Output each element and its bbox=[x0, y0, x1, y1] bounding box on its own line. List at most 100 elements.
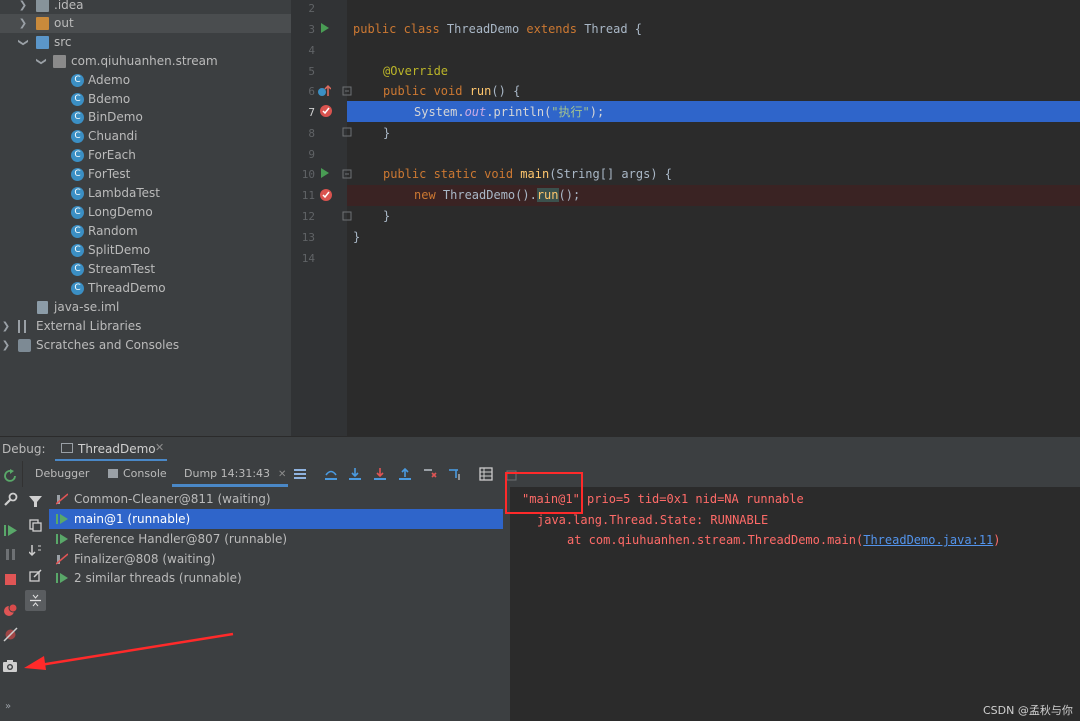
camera-icon[interactable] bbox=[2, 659, 18, 673]
fold-icon[interactable] bbox=[342, 169, 352, 179]
step-over-icon[interactable] bbox=[324, 467, 338, 481]
tree-item-label: SplitDemo bbox=[88, 243, 151, 257]
code-token: (String[] args) { bbox=[549, 167, 673, 181]
source-link[interactable]: ThreadDemo.java:11 bbox=[863, 533, 993, 547]
session-tab-label: ThreadDemo bbox=[78, 442, 156, 456]
tree-item-label: java-se.iml bbox=[54, 300, 120, 314]
wrench-icon[interactable] bbox=[3, 492, 18, 507]
chevron-right-icon[interactable]: ❯ bbox=[0, 317, 12, 336]
breakpoint-icon[interactable] bbox=[319, 104, 333, 118]
mute-breakpoints-icon[interactable] bbox=[3, 627, 18, 642]
tab-debugger[interactable]: Debugger bbox=[35, 461, 89, 487]
fold-icon[interactable] bbox=[342, 211, 352, 221]
chevron-right-icon[interactable]: ❯ bbox=[0, 336, 12, 355]
tree-item-class[interactable]: C Bdemo bbox=[0, 90, 291, 109]
code-token: ThreadDemo(). bbox=[442, 188, 537, 202]
tree-item-class[interactable]: C LongDemo bbox=[0, 203, 291, 222]
copy-stack-icon[interactable] bbox=[29, 519, 42, 532]
tree-item-external-libraries[interactable]: ❯ External Libraries bbox=[0, 317, 291, 336]
tree-item-label: ForTest bbox=[88, 167, 131, 181]
tree-item-class[interactable]: C Ademo bbox=[0, 71, 291, 90]
folder-icon bbox=[36, 36, 49, 49]
tree-item-class[interactable]: C StreamTest bbox=[0, 260, 291, 279]
thread-item[interactable]: Common-Cleaner@811 (waiting) bbox=[49, 489, 503, 509]
close-icon[interactable]: ✕ bbox=[278, 469, 286, 480]
tree-item-out[interactable]: ❯ out bbox=[0, 14, 291, 33]
resume-icon[interactable] bbox=[3, 523, 18, 538]
debug-session-tab[interactable]: ThreadDemo ✕ bbox=[55, 437, 167, 462]
line-number: 4 bbox=[308, 44, 315, 57]
step-out-icon[interactable] bbox=[398, 467, 412, 481]
stop-icon[interactable] bbox=[3, 572, 18, 587]
code-editor[interactable] bbox=[347, 0, 1080, 436]
chevron-down-icon[interactable]: ❯ bbox=[14, 37, 33, 49]
folder-icon bbox=[36, 0, 49, 12]
tree-item-label: Bdemo bbox=[88, 92, 131, 106]
tree-item-label: StreamTest bbox=[88, 262, 156, 276]
override-icon[interactable] bbox=[317, 84, 331, 98]
sort-icon[interactable] bbox=[29, 544, 42, 557]
run-icon[interactable] bbox=[320, 168, 330, 178]
java-class-icon: C bbox=[71, 74, 84, 87]
expand-more-icon[interactable]: » bbox=[5, 701, 11, 712]
tree-item-label: External Libraries bbox=[36, 319, 142, 333]
step-into-icon[interactable] bbox=[348, 467, 362, 481]
java-class-icon: C bbox=[71, 130, 84, 143]
chevron-down-icon[interactable]: ❯ bbox=[32, 56, 51, 68]
tree-item-label: Scratches and Consoles bbox=[36, 338, 180, 352]
line-number: 2 bbox=[308, 2, 315, 15]
evaluate-expression-icon[interactable] bbox=[479, 467, 493, 481]
drop-frame-icon[interactable] bbox=[423, 467, 437, 481]
java-class-icon: C bbox=[71, 225, 84, 238]
run-to-cursor-icon[interactable] bbox=[448, 467, 462, 481]
tree-item-class[interactable]: C ForTest bbox=[0, 165, 291, 184]
tree-item-src[interactable]: ❯ src bbox=[0, 33, 291, 52]
thread-item[interactable]: Reference Handler@807 (runnable) bbox=[49, 529, 503, 549]
code-token: Thread { bbox=[584, 22, 642, 36]
folder-icon bbox=[36, 17, 49, 30]
code-token: run bbox=[536, 188, 559, 202]
merge-threads-toggle[interactable] bbox=[25, 590, 46, 611]
tab-label: Dump 14:31:43 bbox=[184, 467, 271, 480]
tree-item-class[interactable]: C LambdaTest bbox=[0, 184, 291, 203]
tree-item-idea[interactable]: ❯ .idea bbox=[0, 0, 291, 15]
tree-item-class[interactable]: C Random bbox=[0, 222, 291, 241]
tree-item-class[interactable]: C SplitDemo bbox=[0, 241, 291, 260]
line-number: 7 bbox=[308, 106, 315, 119]
filter-icon[interactable] bbox=[29, 495, 42, 508]
thread-label: main@1 (runnable) bbox=[74, 512, 191, 526]
tab-console[interactable]: Console bbox=[108, 461, 167, 487]
line-number: 14 bbox=[301, 252, 315, 265]
chevron-right-icon[interactable]: ❯ bbox=[17, 14, 29, 33]
force-step-into-icon[interactable] bbox=[373, 467, 387, 481]
tree-item-label: src bbox=[54, 35, 72, 49]
close-icon[interactable]: ✕ bbox=[155, 441, 164, 454]
fold-icon[interactable] bbox=[342, 86, 352, 96]
fold-icon[interactable] bbox=[342, 127, 352, 137]
thread-item[interactable]: 2 similar threads (runnable) bbox=[49, 568, 503, 588]
menu-icon[interactable] bbox=[293, 467, 307, 481]
breakpoint-icon[interactable] bbox=[319, 188, 333, 202]
console-icon bbox=[108, 469, 118, 478]
code-line: } bbox=[383, 209, 391, 223]
tree-item-class[interactable]: C Chuandi bbox=[0, 127, 291, 146]
chevron-right-icon[interactable]: ❯ bbox=[17, 0, 29, 15]
tree-item-iml[interactable]: java-se.iml bbox=[0, 298, 291, 317]
tree-item-scratches[interactable]: ❯ Scratches and Consoles bbox=[0, 336, 291, 355]
view-breakpoints-icon[interactable] bbox=[3, 602, 18, 617]
tree-item-class[interactable]: C BinDemo bbox=[0, 108, 291, 127]
stack-frame: ) bbox=[993, 533, 1001, 547]
tree-item-package[interactable]: ❯ com.qiuhuanhen.stream bbox=[0, 52, 291, 71]
tree-item-class[interactable]: C ForEach bbox=[0, 146, 291, 165]
pause-icon[interactable] bbox=[3, 547, 18, 562]
collapse-icon bbox=[30, 594, 41, 607]
thread-item[interactable]: Finalizer@808 (waiting) bbox=[49, 549, 503, 569]
export-icon[interactable] bbox=[29, 569, 42, 582]
tab-dump[interactable]: Dump 14:31:43 ✕ bbox=[172, 461, 288, 487]
thread-item-selected[interactable]: main@1 (runnable) bbox=[49, 509, 503, 529]
tree-item-class[interactable]: C ThreadDemo bbox=[0, 279, 291, 298]
run-icon[interactable] bbox=[320, 23, 330, 33]
rerun-icon[interactable] bbox=[3, 469, 18, 484]
debug-tool-window-header: Debug: ThreadDemo ✕ bbox=[0, 436, 1080, 462]
iml-file-icon bbox=[37, 301, 48, 314]
